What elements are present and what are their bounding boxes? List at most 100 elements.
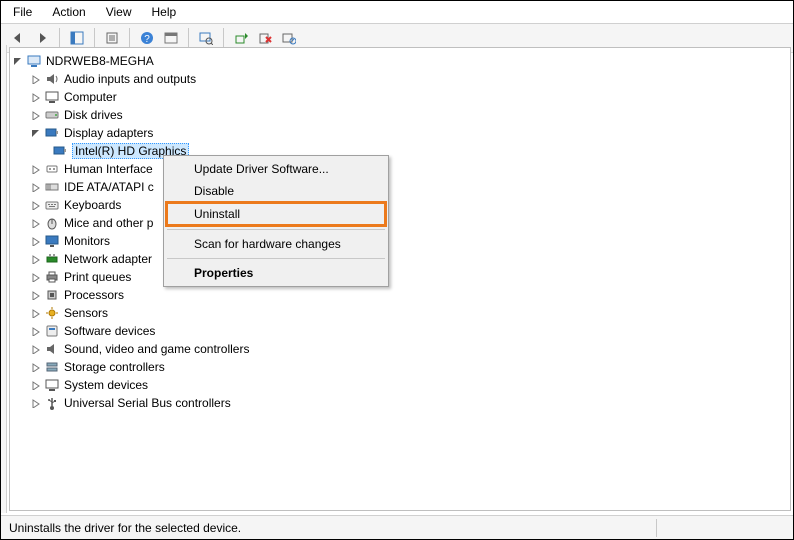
device-tree[interactable]: NDRWEB8-MEGHA Audio inputs and outputs C… — [9, 47, 791, 511]
tree-item-ide[interactable]: IDE ATA/ATAPI c — [12, 178, 788, 196]
cpu-icon — [44, 287, 60, 303]
help-icon: ? — [139, 30, 155, 46]
tree-item-network[interactable]: Network adapter — [12, 250, 788, 268]
ide-icon — [44, 179, 60, 195]
tree-label: Print queues — [64, 270, 131, 284]
display-adapter-icon — [52, 143, 68, 159]
expand-icon[interactable] — [30, 398, 40, 408]
expand-icon[interactable] — [30, 74, 40, 84]
sensor-icon — [44, 305, 60, 321]
tree-label: IDE ATA/ATAPI c — [64, 180, 154, 194]
tree-item-processors[interactable]: Processors — [12, 286, 788, 304]
speaker-icon — [44, 71, 60, 87]
arrow-left-icon — [10, 30, 26, 46]
ctx-scan[interactable]: Scan for hardware changes — [166, 233, 386, 255]
expand-icon[interactable] — [30, 290, 40, 300]
tree-item-computer[interactable]: Computer — [12, 88, 788, 106]
tree-item-monitors[interactable]: Monitors — [12, 232, 788, 250]
ctx-disable[interactable]: Disable — [166, 180, 386, 202]
monitor-icon — [44, 233, 60, 249]
tree-label: System devices — [64, 378, 148, 392]
keyboard-icon — [44, 197, 60, 213]
expand-icon[interactable] — [30, 92, 40, 102]
tree-item-display[interactable]: Display adapters — [12, 124, 788, 142]
tree-item-mice[interactable]: Mice and other p — [12, 214, 788, 232]
tree-item-sensors[interactable]: Sensors — [12, 304, 788, 322]
tree-label: Network adapter — [64, 252, 152, 266]
menu-file[interactable]: File — [9, 3, 36, 21]
hid-icon — [44, 161, 60, 177]
tree-pane-icon — [69, 30, 85, 46]
tree-root-label: NDRWEB8-MEGHA — [46, 54, 154, 68]
status-divider — [656, 519, 657, 537]
network-icon — [44, 251, 60, 267]
computer-root-icon — [26, 53, 42, 69]
sound-icon — [44, 341, 60, 357]
tree-label: Mice and other p — [64, 216, 153, 230]
arrow-right-icon — [34, 30, 50, 46]
status-bar: Uninstalls the driver for the selected d… — [1, 515, 793, 539]
expand-icon[interactable] — [30, 128, 40, 138]
uninstall-icon — [257, 30, 273, 46]
tree-item-disk[interactable]: Disk drives — [12, 106, 788, 124]
tree-item-keyboards[interactable]: Keyboards — [12, 196, 788, 214]
expand-icon[interactable] — [30, 110, 40, 120]
properties-icon — [104, 30, 120, 46]
expand-icon[interactable] — [12, 56, 22, 66]
menu-bar: File Action View Help — [1, 1, 793, 24]
tree-item-hid[interactable]: Human Interface — [12, 160, 788, 178]
expand-icon[interactable] — [30, 218, 40, 228]
tree-label: Software devices — [64, 324, 155, 338]
expand-icon[interactable] — [30, 308, 40, 318]
storage-icon — [44, 359, 60, 375]
tree-label: Processors — [64, 288, 124, 302]
ctx-separator — [167, 258, 385, 259]
expand-icon[interactable] — [30, 344, 40, 354]
tree-label: Keyboards — [64, 198, 121, 212]
tree-item-sound[interactable]: Sound, video and game controllers — [12, 340, 788, 358]
tree-item-storage[interactable]: Storage controllers — [12, 358, 788, 376]
update-icon — [233, 30, 249, 46]
expand-icon[interactable] — [30, 326, 40, 336]
menu-view[interactable]: View — [102, 3, 136, 21]
tree-item-usb[interactable]: Universal Serial Bus controllers — [12, 394, 788, 412]
tree-item-system[interactable]: System devices — [12, 376, 788, 394]
tree-label: Display adapters — [64, 126, 153, 140]
expand-icon[interactable] — [30, 164, 40, 174]
usb-icon — [44, 395, 60, 411]
status-text: Uninstalls the driver for the selected d… — [9, 521, 241, 535]
expand-icon[interactable] — [30, 380, 40, 390]
disk-icon — [44, 107, 60, 123]
expand-icon[interactable] — [30, 182, 40, 192]
ctx-properties[interactable]: Properties — [166, 262, 386, 284]
left-gutter — [1, 45, 7, 513]
expand-icon[interactable] — [30, 362, 40, 372]
tree-item-audio[interactable]: Audio inputs and outputs — [12, 70, 788, 88]
expand-icon[interactable] — [30, 200, 40, 210]
tree-label: Storage controllers — [64, 360, 165, 374]
ctx-update-driver[interactable]: Update Driver Software... — [166, 158, 386, 180]
menu-action[interactable]: Action — [48, 3, 89, 21]
tree-label: Audio inputs and outputs — [64, 72, 196, 86]
tree-item-printq[interactable]: Print queues — [12, 268, 788, 286]
expand-icon[interactable] — [30, 236, 40, 246]
tree-label: Monitors — [64, 234, 110, 248]
tree-label: Human Interface — [64, 162, 153, 176]
svg-text:?: ? — [144, 34, 150, 45]
tree-item-display-child[interactable]: Intel(R) HD Graphics — [12, 142, 788, 160]
tree-label: Disk drives — [64, 108, 123, 122]
tree-label: Computer — [64, 90, 117, 104]
tree-root[interactable]: NDRWEB8-MEGHA — [12, 52, 788, 70]
software-icon — [44, 323, 60, 339]
window-icon — [163, 30, 179, 46]
tree-label: Sound, video and game controllers — [64, 342, 249, 356]
tree-item-software[interactable]: Software devices — [12, 322, 788, 340]
tree-label: Sensors — [64, 306, 108, 320]
system-icon — [44, 377, 60, 393]
ctx-uninstall[interactable]: Uninstall — [165, 201, 387, 227]
ctx-separator — [167, 229, 385, 230]
expand-icon[interactable] — [30, 272, 40, 282]
menu-help[interactable]: Help — [148, 3, 181, 21]
expand-icon[interactable] — [30, 254, 40, 264]
display-adapter-icon — [44, 125, 60, 141]
